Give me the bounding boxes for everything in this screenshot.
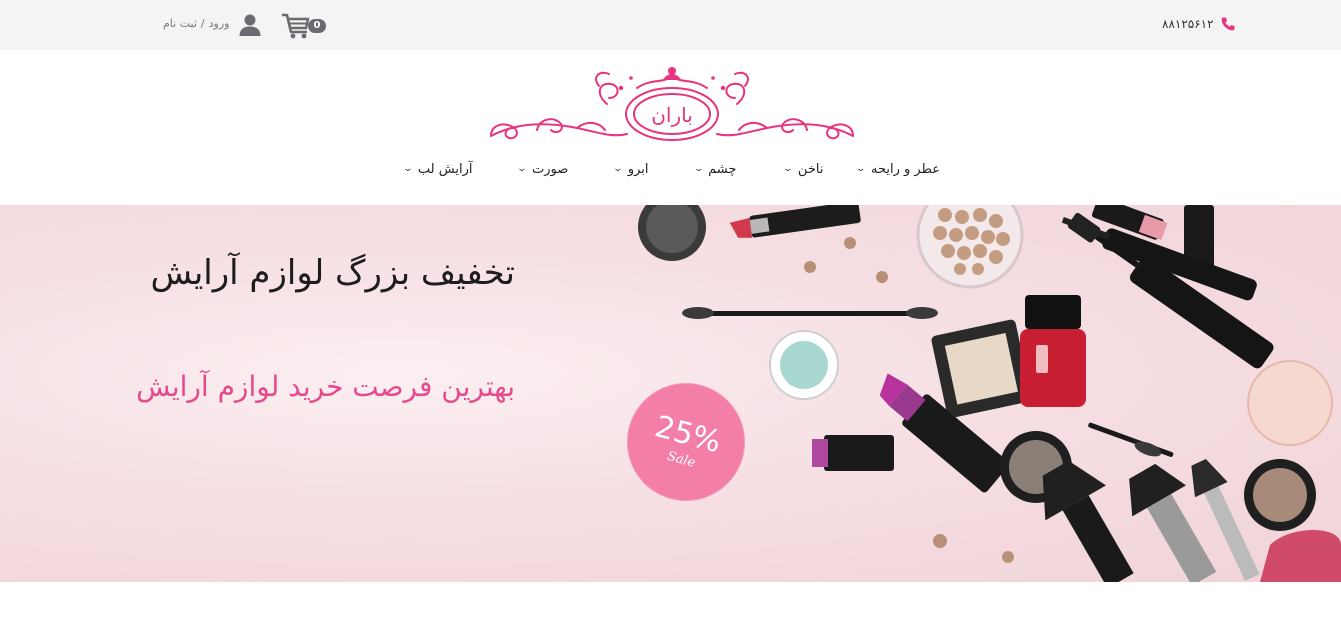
user-icon[interactable] xyxy=(238,13,262,37)
chevron-down-icon: ⌄ xyxy=(402,164,414,174)
chevron-down-icon: ⌄ xyxy=(693,164,704,174)
nav-item-label: ابرو xyxy=(627,161,649,177)
nav-item-label: عطر و رایحه xyxy=(870,161,940,177)
chevron-down-icon: ⌄ xyxy=(782,164,794,174)
nav-item-perfume[interactable]: عطر و رایحه ⌄ xyxy=(855,156,940,182)
phone-number: ۸۸۱۲۵۶۱۲ xyxy=(1162,17,1214,31)
top-bar: ۸۸۱۲۵۶۱۲ 0 ورود / ثبت نام xyxy=(0,0,1341,50)
sale-badge: 25% Sale xyxy=(627,383,745,501)
nav-item-lip[interactable]: آرایش لب ⌄ xyxy=(402,156,473,182)
hero-banner[interactable]: تخفیف بزرگ لوازم آرایش بهترین فرصت خرید … xyxy=(0,205,1341,582)
hero-title: تخفیف بزرگ لوازم آرایش xyxy=(150,253,515,293)
main-nav: عطر و رایحه ⌄ ناخن ⌄ چشم ⌄ ابرو ⌄ صورت ⌄… xyxy=(380,156,960,182)
nav-item-label: چشم xyxy=(708,161,737,177)
hero-subtitle: بهترین فرصت خرید لوازم آرایش xyxy=(136,370,515,403)
logo-text: باران xyxy=(651,103,693,127)
phone-icon xyxy=(1221,17,1235,31)
site-logo[interactable]: باران xyxy=(487,64,857,146)
nav-item-label: آرایش لب xyxy=(417,161,473,177)
chevron-down-icon: ⌄ xyxy=(516,164,528,174)
nav-item-brow[interactable]: ابرو ⌄ xyxy=(612,156,649,182)
cart-button[interactable]: 0 xyxy=(281,12,327,40)
account-links: ورود / ثبت نام xyxy=(163,17,229,30)
link-separator: / xyxy=(200,17,205,30)
nav-item-face[interactable]: صورت ⌄ xyxy=(516,156,569,182)
nav-item-label: ناخن xyxy=(797,161,824,177)
nav-item-label: صورت xyxy=(532,161,569,177)
register-link[interactable]: ثبت نام xyxy=(163,17,197,30)
login-link[interactable]: ورود xyxy=(209,17,230,30)
chevron-down-icon: ⌄ xyxy=(612,164,624,174)
nav-item-eye[interactable]: چشم ⌄ xyxy=(693,156,737,182)
cart-count-badge: 0 xyxy=(308,19,326,33)
chevron-down-icon: ⌄ xyxy=(855,164,867,174)
nav-item-nail[interactable]: ناخن ⌄ xyxy=(782,156,824,182)
phone-contact[interactable]: ۸۸۱۲۵۶۱۲ xyxy=(1162,16,1236,32)
